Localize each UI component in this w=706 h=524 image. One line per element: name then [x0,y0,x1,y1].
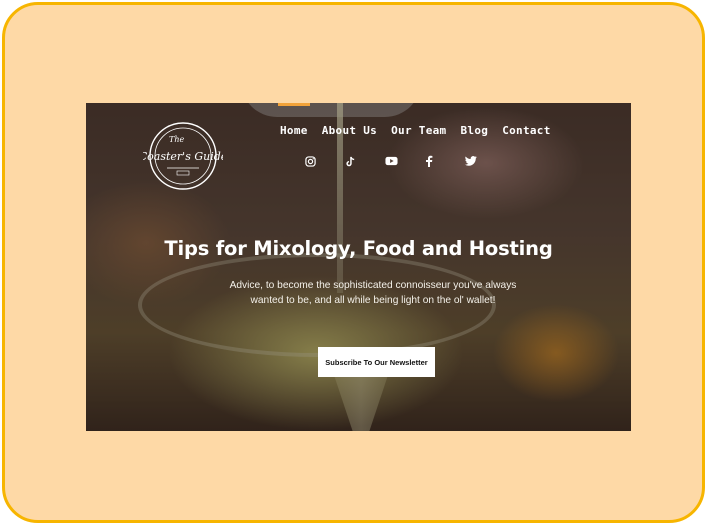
tiktok-link[interactable] [345,152,385,170]
facebook-link[interactable] [425,152,465,170]
twitter-icon [465,156,477,166]
hero-headline: Tips for Mixology, Food and Hosting [164,237,553,260]
hero-banner: The Coaster's Guide Home About Us Our Te… [86,103,631,431]
twitter-link[interactable] [465,152,505,170]
instagram-icon [305,155,316,167]
nav-home[interactable]: Home [280,124,308,137]
youtube-link[interactable] [385,152,425,170]
nav-our-team[interactable]: Our Team [391,124,446,137]
main-nav: Home About Us Our Team Blog Contact [280,124,565,137]
hero-tagline: Advice, to become the sophisticated conn… [229,280,517,306]
svg-text:The: The [169,135,184,144]
facebook-icon [426,155,433,167]
instagram-link[interactable] [305,152,345,170]
nav-contact[interactable]: Contact [502,124,550,137]
svg-text:Coaster's Guide: Coaster's Guide [143,150,223,163]
active-nav-indicator [278,103,310,106]
nav-about-us[interactable]: About Us [322,124,377,137]
subscribe-newsletter-button[interactable]: Subscribe To Our Newsletter [318,347,435,377]
social-links [305,152,505,170]
tiktok-icon [346,156,355,166]
nav-blog[interactable]: Blog [460,124,488,137]
page-frame: The Coaster's Guide Home About Us Our Te… [2,2,705,523]
site-logo[interactable]: The Coaster's Guide [139,116,228,196]
youtube-icon [385,156,398,166]
coaster-logo-icon: The Coaster's Guide [139,122,228,190]
